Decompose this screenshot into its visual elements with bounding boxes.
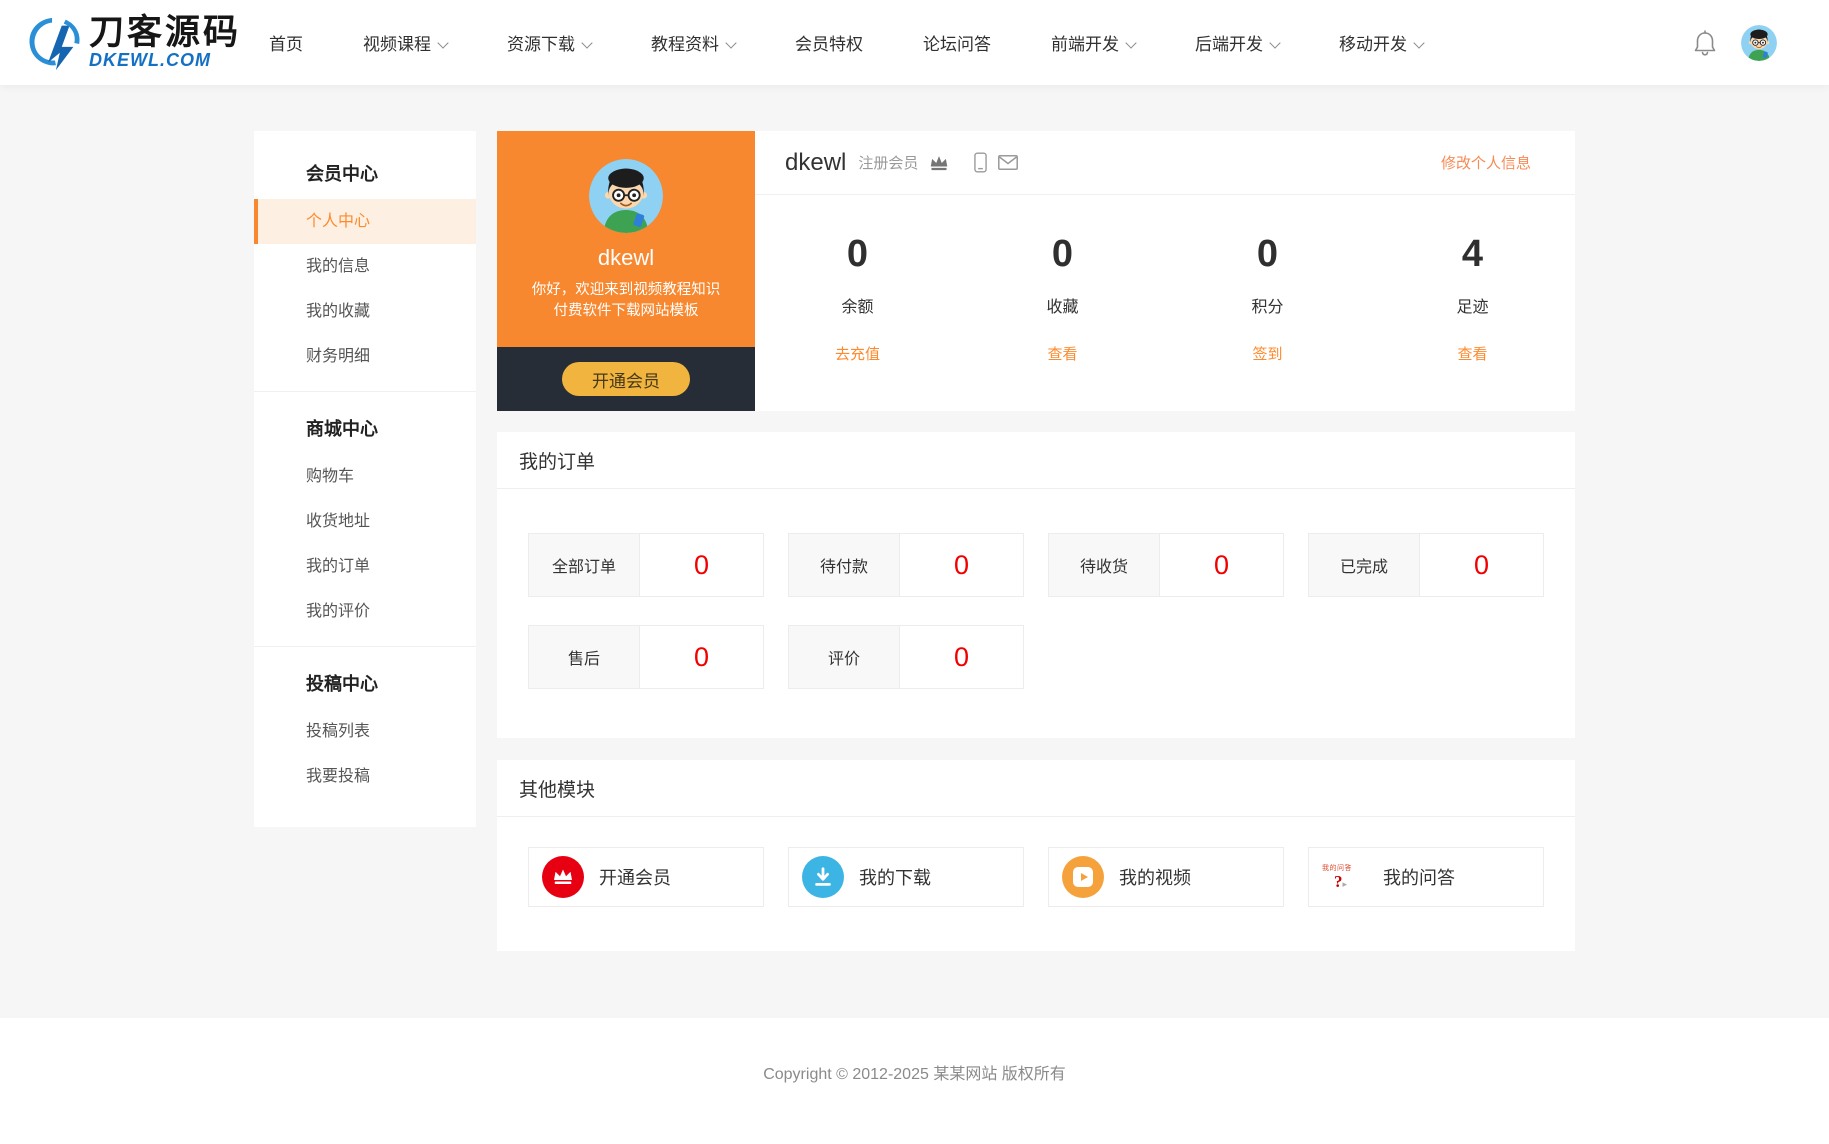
profile-panel: dkewl 你好，欢迎来到视频教程知识 付费软件下载网站模板 开通会员 dkew… [497, 131, 1575, 411]
module-cards: 开通会员 我的下载 [497, 817, 1575, 907]
sidebar-section-submission-center: 投稿中心 [254, 659, 476, 709]
edit-profile-link[interactable]: 修改个人信息 [1441, 152, 1531, 173]
copyright-text: Copyright © 2012-2025 某某网站 版权所有 [0, 1060, 1829, 1084]
module-card-downloads[interactable]: 我的下载 [788, 847, 1024, 907]
sidebar-item-my-favorites[interactable]: 我的收藏 [254, 289, 476, 334]
nav-item-backend-dev[interactable]: 后端开发 [1195, 30, 1279, 55]
nav-item-mobile-dev[interactable]: 移动开发 [1339, 30, 1423, 55]
chevron-down-icon [1269, 37, 1280, 48]
sidebar-divider [254, 391, 476, 392]
crown-icon [542, 856, 584, 898]
recharge-link[interactable]: 去充值 [835, 343, 880, 364]
logo-domain: DKEWL.COM [89, 50, 241, 70]
profile-header: dkewl 注册会员 [755, 131, 1575, 195]
profile-greeting: 你好，欢迎来到视频教程知识 付费软件下载网站模板 [532, 280, 721, 322]
member-badge: 注册会员 [858, 152, 918, 173]
view-favorites-link[interactable]: 查看 [1047, 343, 1077, 364]
sidebar-item-finance-details[interactable]: 财务明细 [254, 334, 476, 379]
order-card-completed[interactable]: 已完成 0 [1308, 533, 1544, 597]
order-card-after-sales[interactable]: 售后 0 [528, 625, 764, 689]
open-vip-button[interactable]: 开通会员 [562, 362, 690, 396]
stat-balance-label: 余额 [755, 293, 960, 317]
profile-card: dkewl 你好，欢迎来到视频教程知识 付费软件下载网站模板 开通会员 [497, 131, 755, 411]
logo-title: 刀客源码 [89, 16, 241, 50]
download-icon [802, 856, 844, 898]
stat-footprints-value: 4 [1370, 233, 1575, 275]
nav-item-tutorials[interactable]: 教程资料 [651, 30, 735, 55]
username-text: dkewl [785, 149, 846, 177]
module-card-videos[interactable]: 我的视频 [1048, 847, 1284, 907]
sidebar-item-shopping-cart[interactable]: 购物车 [254, 454, 476, 499]
nav-item-forum-qa[interactable]: 论坛问答 [923, 30, 991, 55]
chevron-down-icon [581, 37, 592, 48]
chevron-down-icon [1413, 37, 1424, 48]
video-play-icon [1062, 856, 1104, 898]
other-modules-panel: 其他模块 开通会员 [497, 760, 1575, 951]
crown-icon [928, 154, 950, 172]
broken-image-icon: 我的问答 ?▸ [1322, 863, 1368, 892]
sidebar-item-shipping-address[interactable]: 收货地址 [254, 499, 476, 544]
nav-item-home[interactable]: 首页 [269, 30, 303, 55]
envelope-icon[interactable] [998, 155, 1018, 170]
nav-item-resource-downloads[interactable]: 资源下载 [507, 30, 591, 55]
notification-bell-icon[interactable] [1693, 30, 1717, 56]
nav-item-video-courses[interactable]: 视频课程 [363, 30, 447, 55]
profile-card-bottom: 开通会员 [497, 347, 755, 411]
sidebar-section-mall-center: 商城中心 [254, 404, 476, 454]
site-logo[interactable]: 刀客源码 DKEWL.COM [23, 12, 241, 74]
stat-balance-value: 0 [755, 233, 960, 275]
nav-item-member-privileges[interactable]: 会员特权 [795, 30, 863, 55]
profile-stats: 0 余额 去充值 0 收藏 查看 0 积分 签到 [755, 195, 1575, 411]
orders-title: 我的订单 [497, 432, 1575, 489]
sidebar-item-my-orders[interactable]: 我的订单 [254, 544, 476, 589]
sidebar-divider [254, 646, 476, 647]
sidebar-item-my-info[interactable]: 我的信息 [254, 244, 476, 289]
sidebar-item-submit-post[interactable]: 我要投稿 [254, 754, 476, 799]
orders-panel: 我的订单 全部订单 0 待付款 0 待收货 0 已完成 [497, 432, 1575, 738]
sidebar-section-member-center: 会员中心 [254, 149, 476, 199]
stat-favorites-label: 收藏 [960, 293, 1165, 317]
chevron-down-icon [1125, 37, 1136, 48]
view-footprints-link[interactable]: 查看 [1457, 343, 1487, 364]
sidebar: 会员中心 个人中心 我的信息 我的收藏 财务明细 商城中心 购物车 收货地址 我… [254, 131, 476, 827]
order-card-pending-payment[interactable]: 待付款 0 [788, 533, 1024, 597]
sidebar-item-my-reviews[interactable]: 我的评价 [254, 589, 476, 634]
profile-avatar [589, 159, 663, 233]
profile-card-username: dkewl [598, 245, 654, 271]
stat-favorites-value: 0 [960, 233, 1165, 275]
chevron-down-icon [725, 37, 736, 48]
chevron-down-icon [437, 37, 448, 48]
order-card-pending-receipt[interactable]: 待收货 0 [1048, 533, 1284, 597]
top-navbar: 刀客源码 DKEWL.COM 首页 视频课程 资源下载 教程资料 会员特权 论坛… [0, 0, 1829, 85]
nav-item-frontend-dev[interactable]: 前端开发 [1051, 30, 1135, 55]
stat-favorites: 0 收藏 查看 [960, 233, 1165, 411]
profile-summary: dkewl 注册会员 [755, 131, 1575, 411]
phone-icon[interactable] [974, 152, 987, 173]
sign-in-link[interactable]: 签到 [1252, 343, 1282, 364]
page-footer: Copyright © 2012-2025 某某网站 版权所有 [0, 1018, 1829, 1143]
sidebar-item-personal-center[interactable]: 个人中心 [254, 199, 476, 244]
profile-card-top: dkewl 你好，欢迎来到视频教程知识 付费软件下载网站模板 [497, 131, 755, 347]
sidebar-item-submission-list[interactable]: 投稿列表 [254, 709, 476, 754]
stat-balance: 0 余额 去充值 [755, 233, 960, 411]
navbar-right [1693, 25, 1777, 61]
order-cards: 全部订单 0 待付款 0 待收货 0 已完成 0 [497, 489, 1575, 689]
order-card-all[interactable]: 全部订单 0 [528, 533, 764, 597]
logo-icon [23, 12, 85, 74]
module-card-qa[interactable]: 我的问答 ?▸ 我的问答 [1308, 847, 1544, 907]
order-card-review[interactable]: 评价 0 [788, 625, 1024, 689]
stat-points-label: 积分 [1165, 293, 1370, 317]
stat-footprints-label: 足迹 [1370, 293, 1575, 317]
stat-points: 0 积分 签到 [1165, 233, 1370, 411]
stat-points-value: 0 [1165, 233, 1370, 275]
module-card-vip[interactable]: 开通会员 [528, 847, 764, 907]
stat-footprints: 4 足迹 查看 [1370, 233, 1575, 411]
main-nav: 首页 视频课程 资源下载 教程资料 会员特权 论坛问答 前端开发 后端开发 移动… [269, 30, 1423, 55]
user-avatar[interactable] [1741, 25, 1777, 61]
other-modules-title: 其他模块 [497, 760, 1575, 817]
page-background: 会员中心 个人中心 我的信息 我的收藏 财务明细 商城中心 购物车 收货地址 我… [0, 85, 1829, 1018]
main-content: dkewl 你好，欢迎来到视频教程知识 付费软件下载网站模板 开通会员 dkew… [497, 131, 1575, 951]
